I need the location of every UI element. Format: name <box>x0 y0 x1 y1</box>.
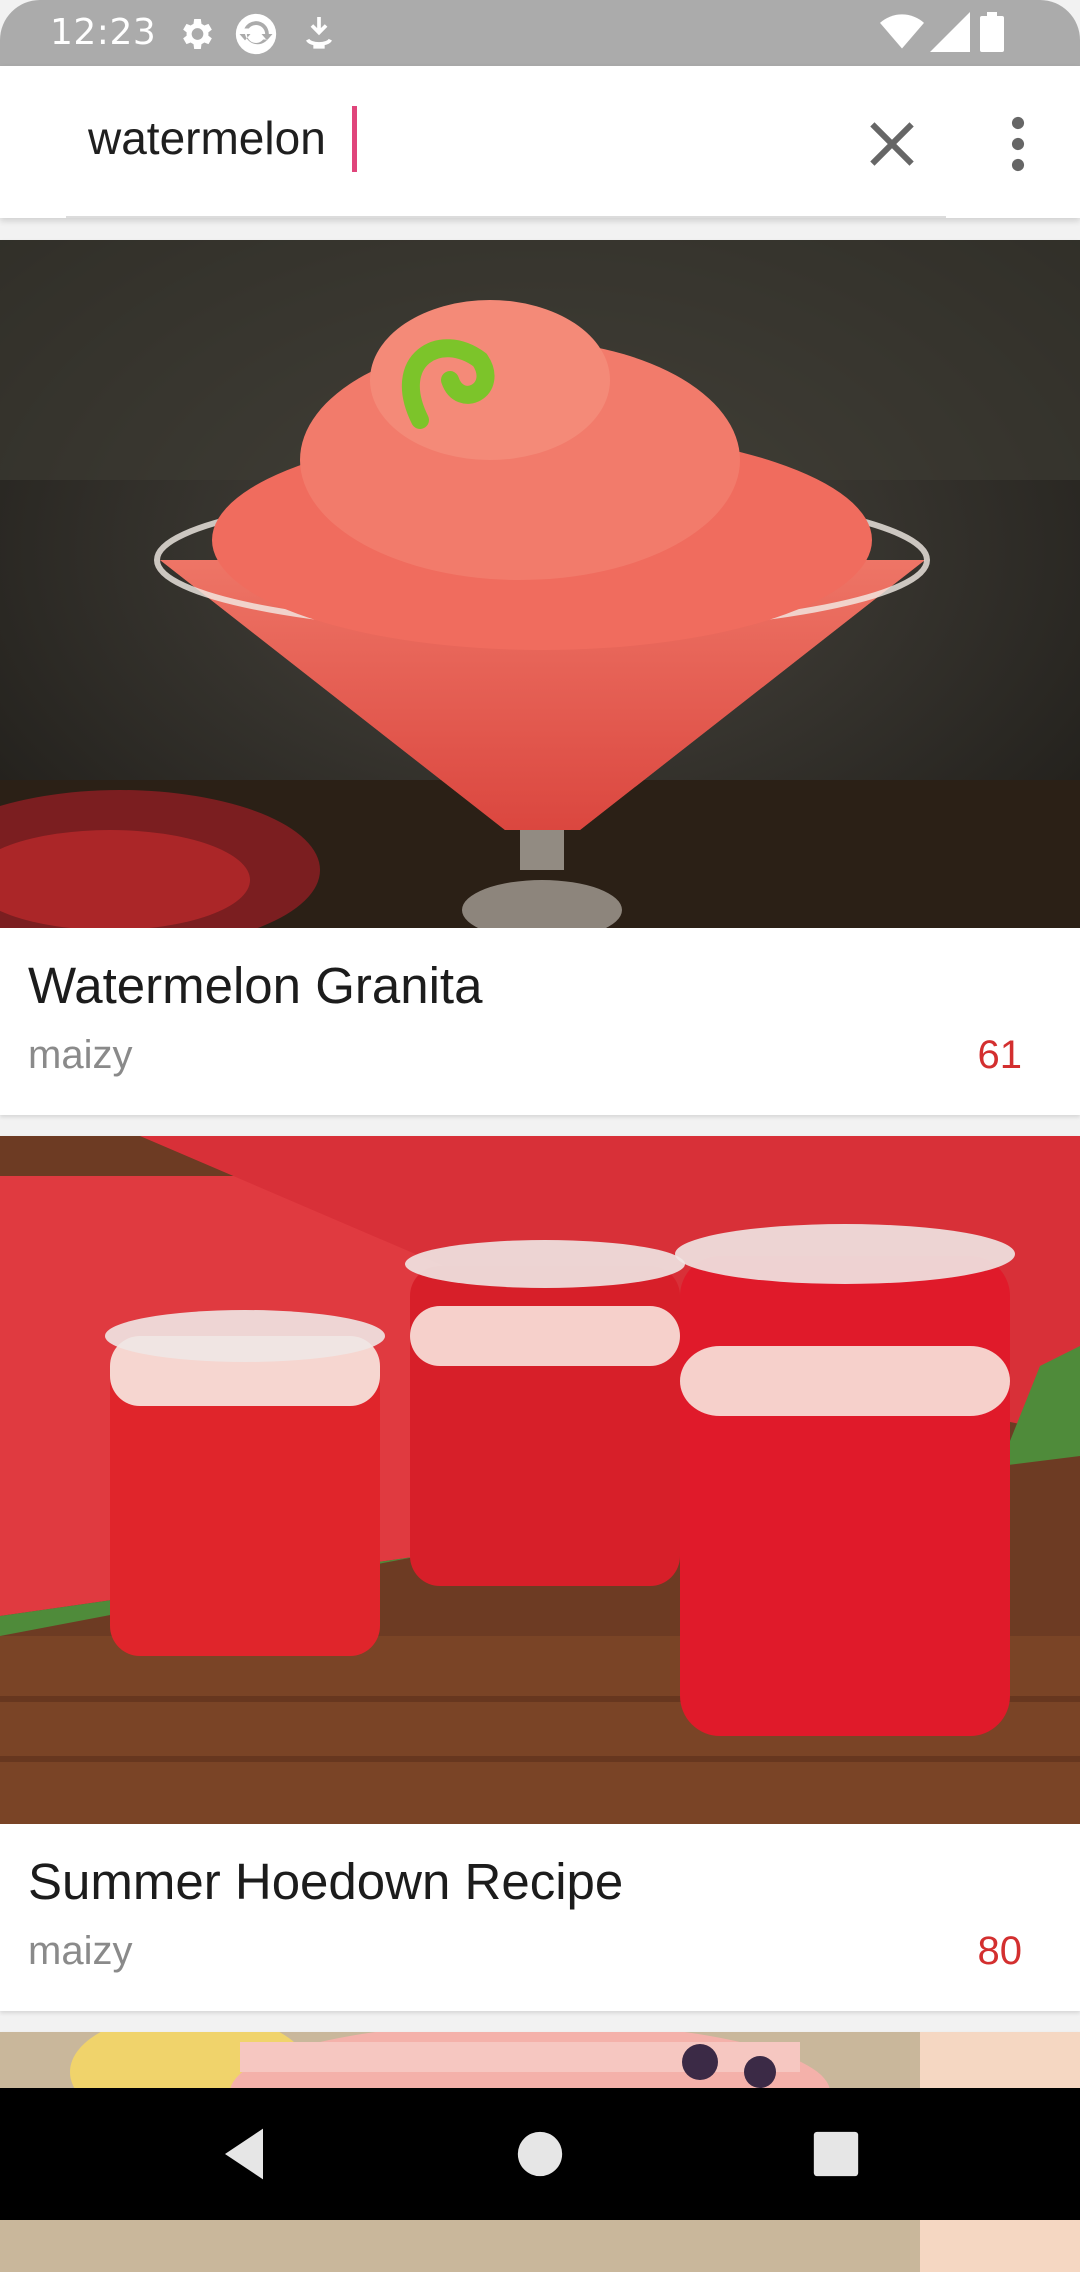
search-toolbar <box>0 66 1080 218</box>
recipe-title: Summer Hoedown Recipe <box>28 1853 624 1910</box>
signal-icon <box>930 12 970 52</box>
recents-icon[interactable] <box>798 2116 874 2192</box>
navigation-bar <box>0 2088 1080 2220</box>
recipe-author: maizy <box>28 1929 133 1973</box>
gear-icon <box>183 19 212 49</box>
more-vert-icon[interactable] <box>990 110 1046 178</box>
close-icon[interactable] <box>862 114 922 174</box>
recipe-card[interactable]: Summer Hoedown Recipe maizy 80 <box>0 1136 1080 2011</box>
sync-icon <box>235 13 277 55</box>
wifi-icon <box>880 14 924 49</box>
recipe-image <box>0 240 1080 928</box>
recipe-card[interactable]: Watermelon Granita maizy 61 <box>0 240 1080 1115</box>
recipe-author: maizy <box>28 1033 133 1077</box>
status-bar: 12:23 <box>0 0 1080 66</box>
recipe-count: 61 <box>977 1033 1023 1077</box>
back-icon[interactable] <box>206 2116 282 2192</box>
search-input[interactable] <box>88 102 848 174</box>
status-time: 12:23 <box>50 12 157 53</box>
home-icon[interactable] <box>502 2116 578 2192</box>
battery-icon <box>980 12 1004 52</box>
recipe-title: Watermelon Granita <box>28 957 483 1014</box>
text-cursor <box>352 106 357 172</box>
download-icon <box>306 17 332 49</box>
search-underline <box>66 216 946 218</box>
recipe-image <box>0 1136 1080 1824</box>
recipe-count: 80 <box>977 1929 1023 1973</box>
